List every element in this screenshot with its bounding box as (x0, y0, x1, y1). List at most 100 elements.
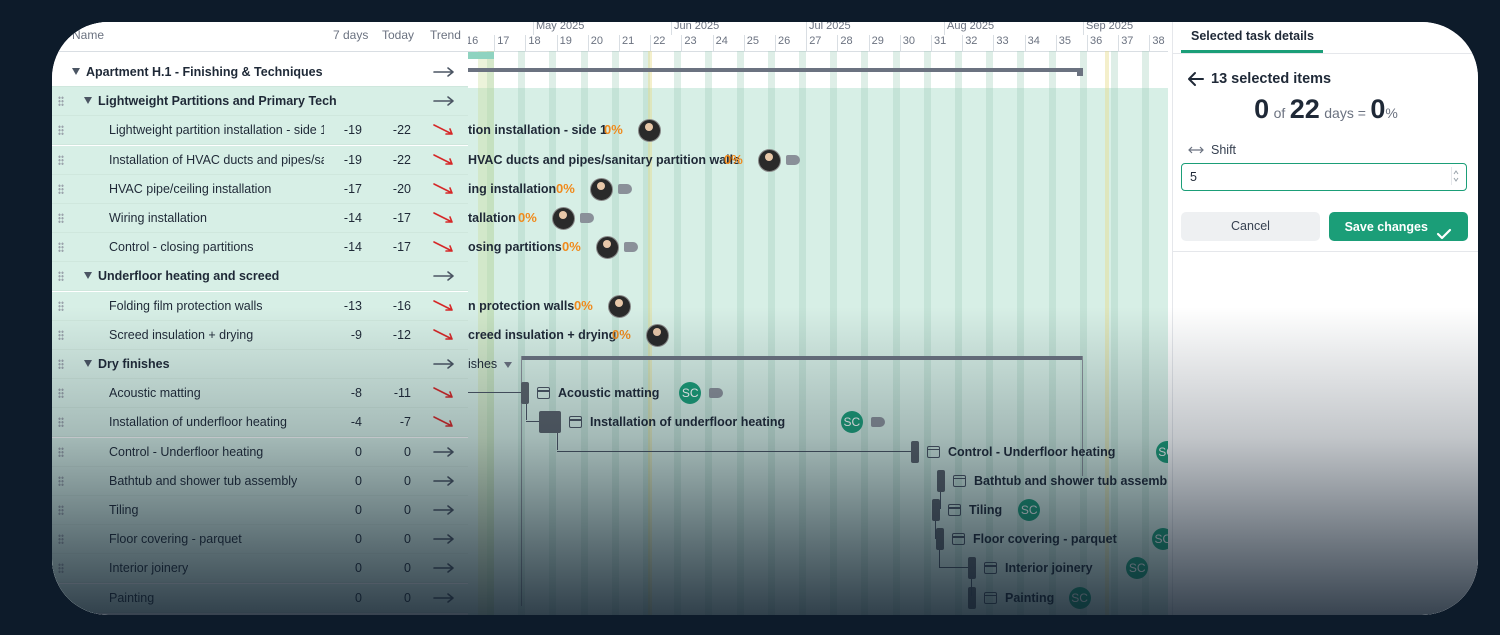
drag-handle-icon[interactable] (58, 300, 64, 311)
cancel-button[interactable]: Cancel (1181, 212, 1320, 241)
task-row[interactable]: Screed insulation + drying -9 -12 (52, 320, 468, 350)
assignee-avatar[interactable] (552, 207, 575, 230)
task-bar[interactable] (968, 557, 976, 580)
drag-handle-icon[interactable] (58, 446, 64, 457)
drag-handle-icon[interactable] (58, 388, 64, 399)
col-today-header[interactable]: Today (382, 28, 414, 42)
weekend-stripe (674, 51, 682, 615)
gantt-task-label[interactable]: Painting (1005, 591, 1054, 605)
task-row[interactable]: Tiling 0 0 (52, 496, 468, 525)
tag-icon[interactable] (709, 388, 724, 399)
gantt-task-label[interactable]: Interior joinery (1005, 561, 1093, 575)
back-arrow-icon[interactable] (1187, 71, 1205, 87)
task-row[interactable]: HVAC pipe/ceiling installation -17 -20 (52, 174, 468, 204)
weekend-stripe (892, 51, 900, 615)
drag-handle-icon[interactable] (58, 96, 64, 107)
collapse-chevron-icon[interactable] (72, 68, 80, 75)
task-bar[interactable] (911, 440, 919, 463)
seven-day-variance: 0 (355, 473, 362, 488)
dependency-line (935, 538, 936, 540)
tag-icon[interactable] (624, 242, 638, 253)
group-row[interactable]: Dry finishes (52, 350, 468, 379)
gantt-task-label[interactable]: HVAC ducts and pipes/sanitary partition … (468, 153, 740, 167)
tag-icon[interactable] (618, 183, 632, 194)
gantt-task-label[interactable]: Floor covering - parquet (973, 532, 1117, 546)
task-row[interactable]: Acoustic matting -8 -11 (52, 379, 468, 409)
task-row[interactable]: Installation of underfloor heating -4 -7 (52, 408, 468, 438)
collapse-chevron-icon[interactable] (84, 360, 92, 367)
tag-icon[interactable] (870, 417, 885, 428)
task-row[interactable]: Lightweight partition installation - sid… (52, 116, 468, 146)
task-row[interactable]: Control - closing partitions -14 -17 (52, 233, 468, 263)
drag-handle-icon[interactable] (58, 592, 64, 603)
task-bar[interactable] (968, 586, 976, 609)
shift-input[interactable]: 5 (1181, 163, 1467, 191)
week-label: 18 (528, 35, 541, 47)
weekend-stripe (736, 51, 744, 615)
assignee-avatar[interactable] (590, 177, 613, 201)
weekend-stripe (799, 51, 806, 615)
task-row[interactable]: Installation of HVAC ducts and pipes/san… (52, 145, 468, 175)
weekend-stripe (923, 51, 931, 615)
collapse-chevron-icon[interactable] (504, 362, 512, 368)
drag-handle-icon[interactable] (58, 183, 64, 194)
assignee-avatar[interactable] (758, 148, 781, 172)
gantt-task-label[interactable]: ing installation (468, 182, 556, 196)
group-row[interactable]: Lightweight Partitions and Primary Techn… (52, 87, 468, 117)
gantt-task-label[interactable]: Acoustic matting (558, 386, 659, 400)
task-row[interactable]: Interior joinery 0 0 (52, 554, 468, 584)
drag-handle-icon[interactable] (58, 329, 64, 340)
col-7days-header[interactable]: 7 days (333, 28, 368, 42)
tab-selected-task-details[interactable]: Selected task details (1191, 29, 1314, 43)
task-row[interactable]: Bathtub and shower tub assembly 0 0 (52, 466, 468, 496)
gantt-task-label[interactable]: osing partitions (468, 240, 562, 254)
tag-icon[interactable] (786, 154, 800, 165)
gantt-task-label[interactable]: creed insulation + drying (468, 328, 616, 342)
task-row[interactable]: Control - Underfloor heating 0 0 (52, 437, 468, 467)
drag-handle-icon[interactable] (58, 359, 64, 369)
drag-handle-icon[interactable] (58, 213, 64, 223)
task-bar[interactable] (936, 528, 944, 551)
stepper-icon[interactable] (1451, 167, 1460, 185)
col-name-header[interactable]: Name (72, 28, 104, 42)
collapse-chevron-icon[interactable] (84, 97, 92, 105)
today-variance: 0 (404, 473, 411, 488)
task-row[interactable]: Wiring installation -14 -17 (52, 204, 468, 233)
assignee-avatar[interactable] (646, 323, 669, 347)
drag-handle-icon[interactable] (58, 475, 64, 486)
task-row[interactable]: Painting 0 0 (52, 583, 468, 613)
assignee-initials-avatar[interactable]: SC (1068, 586, 1091, 609)
drag-handle-icon[interactable] (58, 417, 64, 428)
drag-handle-icon[interactable] (58, 563, 64, 574)
gantt-task-label[interactable]: Installation of underfloor heating (590, 415, 785, 429)
month-label: Aug 2025 (947, 22, 995, 32)
gantt-task-label[interactable]: Control - Underfloor heating (948, 445, 1115, 459)
gantt-group-label[interactable]: ishes (468, 357, 497, 371)
drag-handle-icon[interactable] (58, 154, 64, 165)
collapse-chevron-icon[interactable] (84, 272, 92, 280)
group-row[interactable]: Underfloor heating and screed (52, 262, 468, 292)
task-row[interactable]: Floor covering - parquet 0 0 (52, 525, 468, 555)
gantt-task-label[interactable]: Bathtub and shower tub assembly (974, 474, 1168, 488)
gantt-task-label[interactable]: tion installation - side 1 (468, 123, 607, 137)
group-row[interactable]: Apartment H.1 - Finishing & Techniques (52, 58, 468, 87)
task-bar[interactable] (937, 469, 945, 492)
tag-icon[interactable] (580, 213, 594, 223)
save-changes-button[interactable]: Save changes (1329, 212, 1468, 241)
drag-handle-icon[interactable] (58, 242, 64, 253)
task-bar[interactable] (521, 382, 529, 405)
drag-handle-icon[interactable] (58, 125, 64, 136)
gantt-task-label[interactable]: tallation (468, 211, 516, 225)
gantt-task-label[interactable]: Tiling (969, 503, 1002, 517)
week-divider (837, 35, 839, 51)
assignee-avatar[interactable] (608, 294, 631, 318)
drag-handle-icon[interactable] (58, 505, 64, 515)
task-bar[interactable] (539, 411, 561, 434)
gantt-task-label[interactable]: n protection walls (468, 299, 574, 313)
task-bar[interactable] (932, 499, 940, 521)
col-trend-header[interactable]: Trend (430, 28, 461, 42)
task-name: Floor covering - parquet (109, 532, 242, 547)
drag-handle-icon[interactable] (58, 271, 64, 282)
drag-handle-icon[interactable] (58, 534, 64, 545)
task-row[interactable]: Folding film protection walls -13 -16 (52, 291, 468, 321)
